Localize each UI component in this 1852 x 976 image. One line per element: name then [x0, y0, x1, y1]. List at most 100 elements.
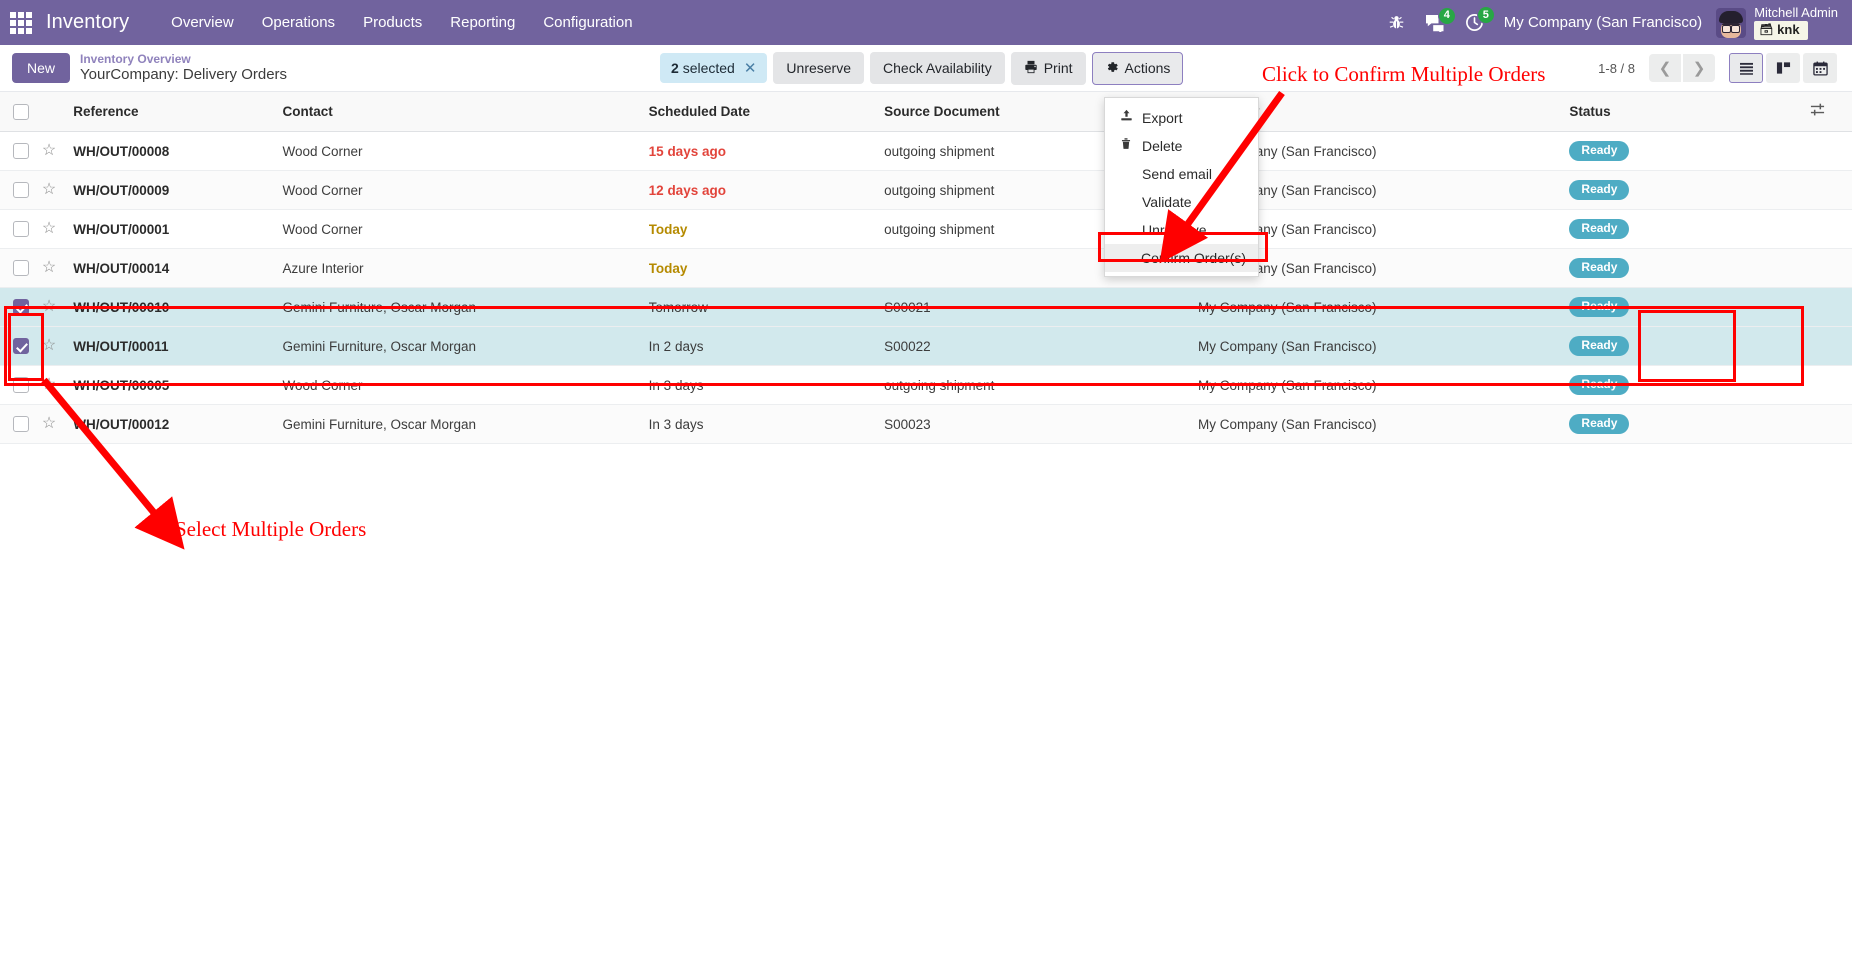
cell-reference: WH/OUT/00011	[73, 338, 169, 354]
star-icon[interactable]: ☆	[42, 142, 56, 159]
column-header-reference[interactable]: Reference	[73, 92, 283, 132]
cell-company: My Company (San Francisco)	[1197, 338, 1377, 354]
row-checkbox[interactable]	[13, 221, 29, 238]
row-checkbox[interactable]	[13, 260, 29, 277]
apps-grid-icon[interactable]	[10, 11, 32, 34]
row-select-cell	[0, 365, 42, 405]
actions-button[interactable]: Actions	[1091, 51, 1184, 85]
chat-bubble-icon[interactable]: 4	[1425, 6, 1456, 32]
main-menu: Overview Operations Products Reporting C…	[157, 8, 646, 37]
cell-scheduled-date: 12 days ago	[648, 182, 726, 198]
row-checkbox[interactable]	[13, 143, 29, 160]
database-icon: 🗃	[1759, 24, 1774, 36]
cell-scheduled-date: In 3 days	[648, 416, 704, 432]
new-button[interactable]: New	[12, 53, 71, 83]
pager-counter[interactable]: 1-8 / 8	[1598, 61, 1635, 76]
row-favorite-cell: ☆	[41, 326, 74, 366]
column-header-contact[interactable]: Contact	[282, 92, 649, 132]
cell-reference: WH/OUT/00014	[73, 260, 170, 276]
settings-sliders-icon[interactable]	[1810, 103, 1825, 121]
avatar[interactable]	[1716, 7, 1747, 38]
chevron-right-icon[interactable]: ❯	[1683, 54, 1715, 82]
star-icon[interactable]: ☆	[42, 220, 56, 237]
star-icon[interactable]: ☆	[42, 259, 56, 276]
print-button[interactable]: Print	[1010, 51, 1086, 85]
row-select-cell	[0, 131, 42, 171]
cell-source-document: outgoing shipment	[884, 377, 995, 393]
cell-reference: WH/OUT/00005	[73, 377, 170, 393]
breadcrumb-parent-link[interactable]: Inventory Overview	[80, 52, 287, 66]
column-header-scheduled-date[interactable]: Scheduled Date	[648, 92, 885, 132]
cell-reference: WH/OUT/00009	[73, 182, 170, 198]
app-brand-inventory[interactable]: Inventory	[46, 11, 129, 34]
send-email-label: Send email	[1142, 166, 1213, 182]
menu-item-export[interactable]: Export	[1105, 104, 1258, 132]
row-checkbox[interactable]	[13, 338, 29, 355]
table-row[interactable]: ☆ WH/OUT/00001 Wood Corner Today outgoing sh…	[0, 209, 1852, 249]
column-header-status[interactable]: Status	[1569, 92, 1811, 132]
validate-label: Validate	[1142, 194, 1192, 210]
table-row[interactable]: ☆ WH/OUT/00009 Wood Corner 12 days ago outgo…	[0, 170, 1852, 210]
menu-item-delete[interactable]: Delete	[1105, 132, 1258, 160]
select-all-checkbox[interactable]	[13, 103, 29, 120]
check-availability-button[interactable]: Check Availability	[870, 52, 1005, 84]
cell-source-document: outgoing shipment	[884, 143, 995, 159]
menu-item-configuration[interactable]: Configuration	[529, 8, 646, 37]
selection-count-badge[interactable]: 2 selected ✕	[660, 53, 768, 83]
row-checkbox[interactable]	[13, 377, 29, 394]
table-row[interactable]: ☆ WH/OUT/00010 Gemini Furniture, Oscar Mor…	[0, 287, 1852, 327]
row-select-cell	[0, 404, 42, 444]
menu-item-confirm-orders[interactable]: Confirm Order(s)	[1105, 244, 1258, 272]
confirm-orders-label: Confirm Order(s)	[1140, 250, 1246, 266]
delete-label: Delete	[1142, 138, 1183, 154]
row-select-cell	[0, 170, 42, 210]
table-row[interactable]: ☆ WH/OUT/00008 Wood Corner 15 days ago outgo…	[0, 131, 1852, 171]
table-row[interactable]: ☆ WH/OUT/00005 Wood Corner In 3 days outgoin…	[0, 365, 1852, 405]
unreserve-button[interactable]: Unreserve	[773, 52, 865, 84]
row-select-cell	[0, 248, 42, 288]
actions-label: Actions	[1124, 60, 1171, 76]
table-row[interactable]: ☆ WH/OUT/00014 Azure Interior Today My Compa…	[0, 248, 1852, 288]
calendar-icon[interactable]	[1803, 53, 1837, 83]
menu-item-validate[interactable]: Validate	[1105, 188, 1258, 216]
row-checkbox[interactable]	[13, 182, 29, 199]
kanban-icon[interactable]	[1766, 53, 1800, 83]
actions-dropdown-menu: Export Delete Send email Validate Unrese…	[1104, 97, 1259, 277]
menu-item-overview[interactable]: Overview	[157, 8, 248, 37]
row-favorite-cell: ☆	[41, 287, 74, 327]
list-icon[interactable]	[1729, 53, 1763, 83]
table-row[interactable]: ☆ WH/OUT/00011 Gemini Furniture, Oscar Mor…	[0, 326, 1852, 366]
cell-reference: WH/OUT/00008	[73, 143, 170, 159]
status-badge: Ready	[1569, 141, 1630, 161]
star-icon[interactable]: ☆	[42, 298, 56, 315]
menu-item-send-email[interactable]: Send email	[1105, 160, 1258, 188]
menu-item-reporting[interactable]: Reporting	[436, 8, 529, 37]
chevron-left-icon[interactable]: ❮	[1649, 54, 1681, 82]
menu-item-operations[interactable]: Operations	[248, 8, 349, 37]
row-favorite-cell: ☆	[41, 248, 74, 288]
active-company-selector[interactable]: My Company (San Francisco)	[1504, 14, 1702, 31]
row-checkbox[interactable]	[13, 299, 29, 316]
menu-item-unreserve[interactable]: Unreserve	[1105, 216, 1258, 244]
status-badge: Ready	[1569, 414, 1630, 434]
table-row[interactable]: ☆ WH/OUT/00012 Gemini Furniture, Oscar Mor…	[0, 404, 1852, 444]
cell-source-document: S00021	[884, 299, 931, 315]
star-icon[interactable]: ☆	[42, 337, 56, 354]
bug-icon[interactable]	[1388, 14, 1405, 31]
top-navbar: Inventory Overview Operations Products R…	[0, 0, 1852, 45]
row-select-cell	[0, 209, 42, 249]
unreserve-label: Unreserve	[1142, 222, 1207, 238]
pager-buttons: ❮ ❯	[1649, 54, 1715, 82]
navbar-right-section: 4 5 My Company (San Francisco) Mitchell …	[1388, 5, 1838, 40]
row-checkbox[interactable]	[13, 416, 29, 433]
star-icon[interactable]: ☆	[42, 181, 56, 198]
user-menu[interactable]: Mitchell Admin 🗃 knk	[1754, 5, 1838, 40]
cell-reference: WH/OUT/00010	[73, 299, 170, 315]
menu-item-products[interactable]: Products	[349, 8, 436, 37]
star-icon[interactable]: ☆	[42, 415, 56, 432]
star-icon[interactable]: ☆	[42, 376, 56, 393]
delivery-orders-list: Reference Contact Scheduled Date Source …	[0, 92, 1852, 444]
close-icon[interactable]: ✕	[744, 61, 757, 76]
activities-count-badge: 5	[1476, 6, 1495, 24]
clock-icon[interactable]: 5	[1465, 6, 1495, 32]
